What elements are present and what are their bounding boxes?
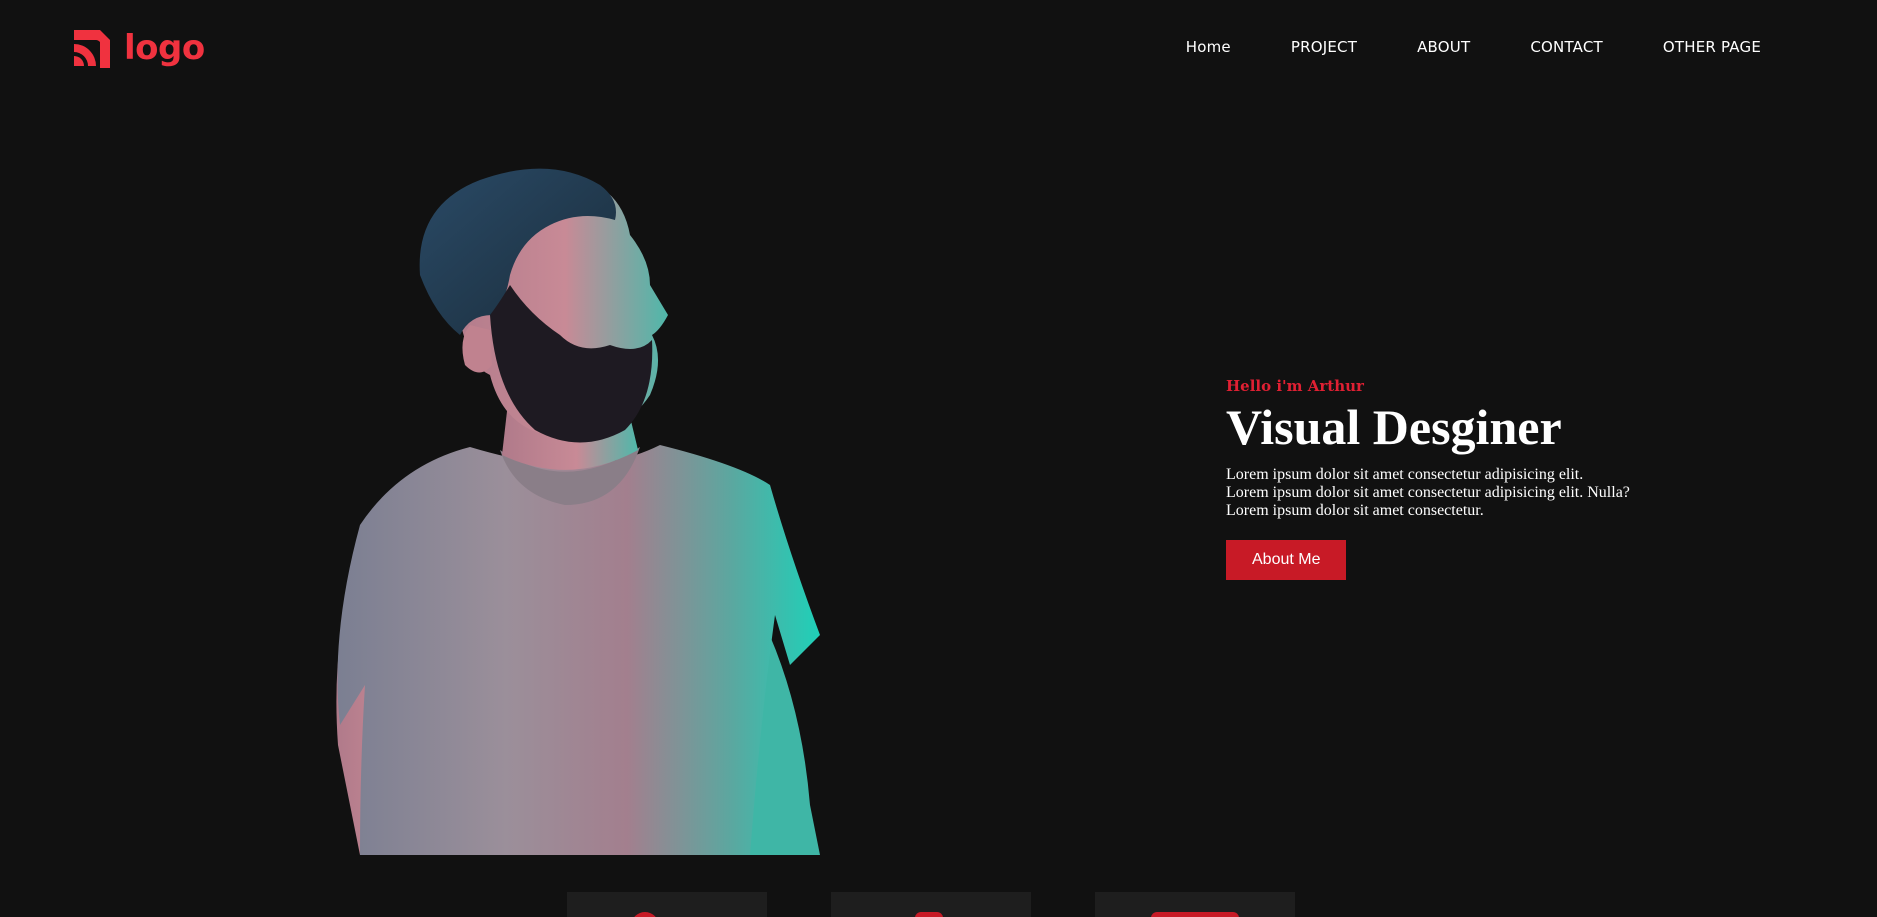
hero-description-line: Lorem ipsum dolor sit amet consectetur.	[1226, 501, 1484, 519]
nav-contact[interactable]: CONTACT	[1530, 38, 1603, 56]
hero-description-line: Lorem ipsum dolor sit amet consectetur a…	[1226, 483, 1630, 501]
hero-text-block: Hello i'm Arthur Visual Desginer Lorem i…	[1226, 377, 1706, 580]
card-icon	[631, 912, 659, 917]
card-icon	[1151, 912, 1239, 917]
card-icon	[915, 912, 943, 917]
hero-greeting: Hello i'm Arthur	[1226, 377, 1364, 395]
nav-other-page[interactable]: OTHER PAGE	[1663, 38, 1761, 56]
service-card[interactable]	[567, 892, 767, 917]
main-nav: Home PROJECT ABOUT CONTACT OTHER PAGE	[1186, 38, 1761, 56]
service-card[interactable]	[831, 892, 1031, 917]
hero-description-line: Lorem ipsum dolor sit amet consectetur a…	[1226, 465, 1584, 483]
logo-icon	[74, 30, 110, 68]
about-me-button[interactable]: About Me	[1226, 539, 1347, 580]
hero-portrait-image	[336, 168, 820, 855]
logo[interactable]: logo	[70, 26, 205, 70]
nav-home[interactable]: Home	[1186, 38, 1231, 56]
logo-text: logo	[124, 28, 205, 68]
page: logo Home PROJECT ABOUT CONTACT OTHER PA…	[0, 0, 1877, 917]
hero-title: Visual Desginer	[1226, 399, 1562, 455]
nav-about[interactable]: ABOUT	[1417, 38, 1470, 56]
nav-project[interactable]: PROJECT	[1291, 38, 1357, 56]
service-card[interactable]	[1095, 892, 1295, 917]
hero-description: Lorem ipsum dolor sit amet consectetur a…	[1226, 466, 1706, 520]
